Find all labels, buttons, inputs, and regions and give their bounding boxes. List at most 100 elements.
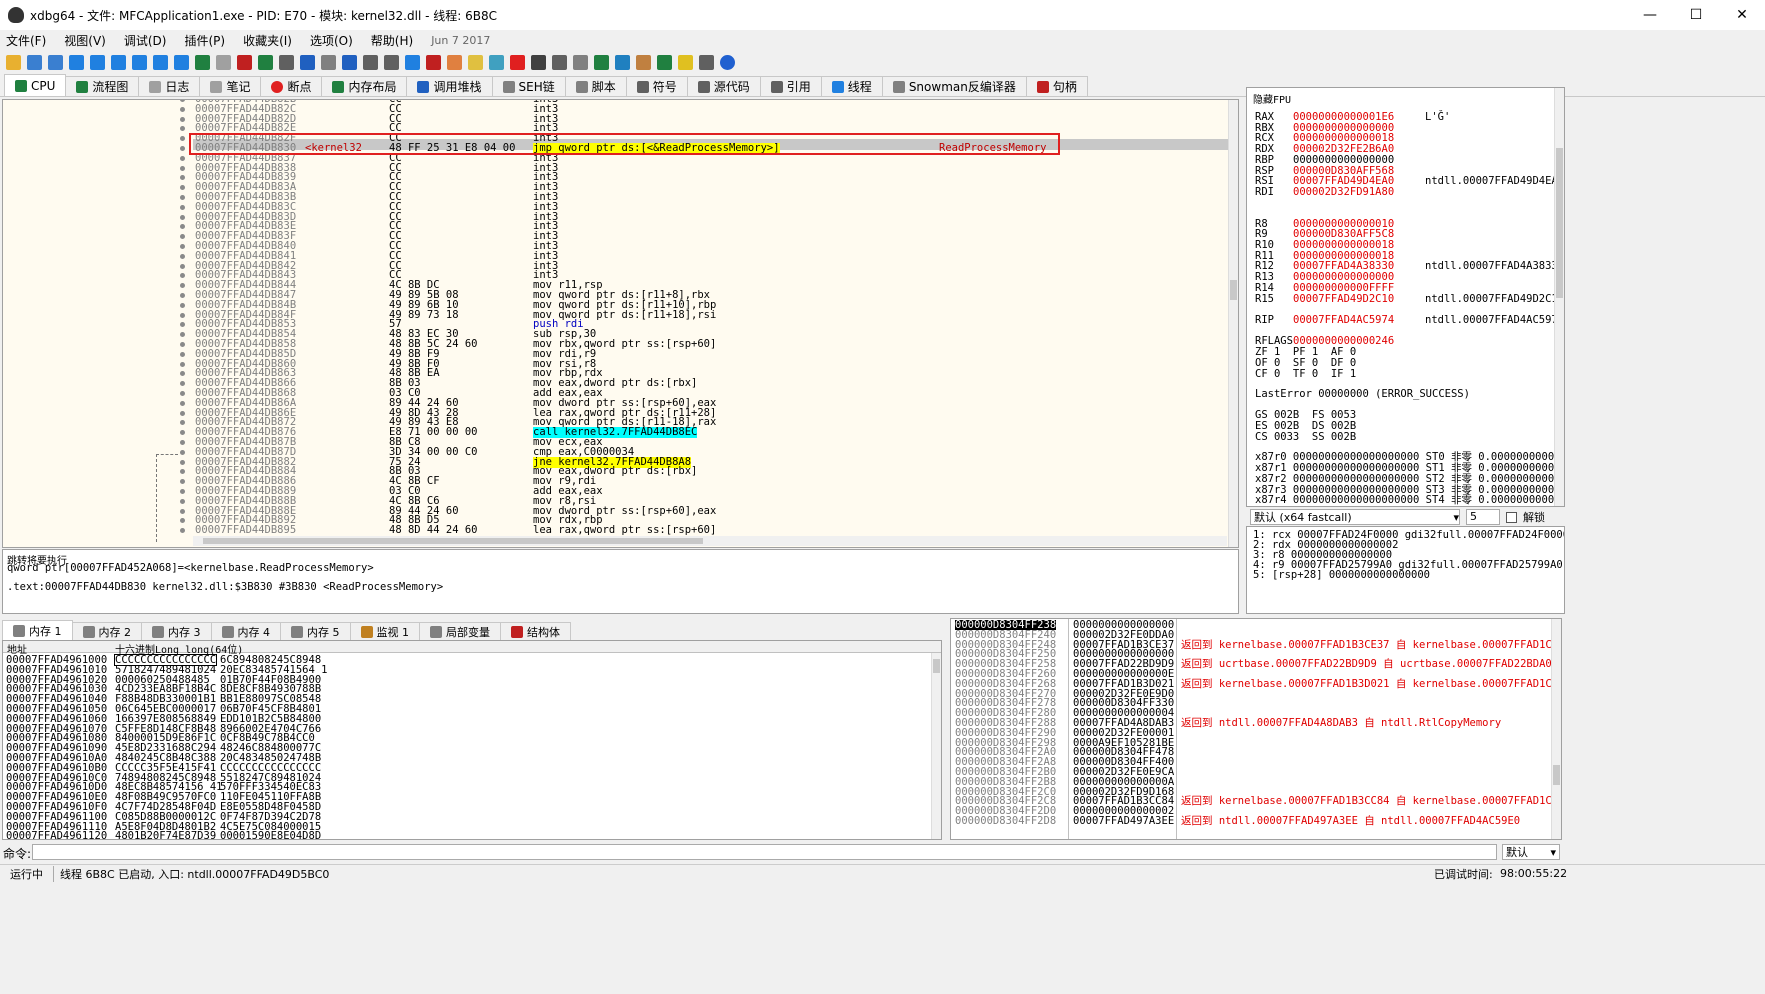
tab-log[interactable]: 日志 — [138, 76, 201, 96]
tab-callstack[interactable]: 调用堆栈 — [406, 76, 493, 96]
breakpoint-dot-icon[interactable] — [180, 381, 185, 387]
breakpoint-dot-icon[interactable] — [180, 302, 185, 308]
breakpoint-dot-icon[interactable] — [180, 430, 185, 436]
tab-graph[interactable]: 流程图 — [65, 76, 140, 96]
menu-options[interactable]: 选项(O) — [310, 32, 353, 49]
stack-row[interactable]: 000000D8304FF2D8 00007FFAD497A3EE 返回到 ntdl… — [953, 816, 1561, 827]
unlock-checkbox[interactable] — [1506, 511, 1517, 523]
tab-watch-1[interactable]: 监视 1 — [349, 622, 420, 640]
menu-file[interactable]: 文件(F) — [6, 32, 46, 49]
bookmark-icon[interactable] — [489, 54, 504, 70]
label-icon[interactable] — [468, 54, 483, 70]
tab-breakpoints[interactable]: 断点 — [260, 76, 323, 96]
segment-row[interactable]: CS 0033 SS 002B — [1255, 431, 1356, 443]
tab-snowman[interactable]: Snowman反编译器 — [881, 76, 1027, 96]
breakpoint-dot-icon[interactable] — [180, 400, 185, 406]
disasm-row[interactable]: 00007FFAD44DB895 48 8D 44 24 60 lea rax,qw… — [193, 525, 1238, 536]
disassembly-view[interactable]: 00007FFAD44DB82B CC int3 00007FFAD44DB82C CC… — [2, 99, 1239, 548]
breakpoint-dot-icon[interactable] — [180, 479, 185, 485]
run-icon[interactable] — [69, 54, 84, 70]
callstack-toolbar-icon[interactable] — [279, 54, 294, 70]
globe-icon[interactable] — [615, 54, 630, 70]
plugin-icon[interactable] — [636, 54, 651, 70]
breakpoint-dot-icon[interactable] — [180, 175, 185, 181]
tab-dump-1[interactable]: 内存 1 — [2, 620, 73, 640]
help-icon[interactable] — [678, 54, 693, 70]
breakpoint-dot-icon[interactable] — [180, 244, 185, 249]
threads-toolbar-icon[interactable] — [300, 54, 315, 70]
breakpoint-dot-icon[interactable] — [180, 136, 185, 142]
fpu-row[interactable]: x87r4 00000000000000000000 ST4 非零 0.0000… — [1255, 495, 1554, 506]
breakpoint-dot-icon[interactable] — [180, 371, 185, 377]
breakpoint-dot-icon[interactable] — [180, 508, 185, 514]
breakpoint-dot-icon[interactable] — [180, 126, 185, 132]
fx-icon[interactable] — [531, 54, 546, 70]
tab-dump-5[interactable]: 内存 5 — [280, 622, 351, 640]
breakpoint-dot-icon[interactable] — [180, 332, 185, 338]
tab-memory-map[interactable]: 内存布局 — [321, 76, 408, 96]
breakpoint-dot-icon[interactable] — [180, 106, 185, 112]
breakpoint-dot-icon[interactable] — [180, 410, 185, 416]
breakpoint-dot-icon[interactable] — [180, 204, 185, 210]
tab-locals[interactable]: 局部变量 — [419, 622, 501, 640]
breakpoint-dot-icon[interactable] — [180, 195, 185, 200]
breakpoint-dot-icon[interactable] — [180, 165, 185, 171]
memory-icon[interactable] — [258, 54, 273, 70]
breakpoint-dot-icon[interactable] — [180, 342, 185, 347]
command-input[interactable] — [32, 844, 1497, 860]
step-into-icon[interactable] — [111, 54, 126, 70]
flags-row[interactable]: CF 0 TF 0 IF 1 — [1255, 368, 1356, 380]
tab-cpu[interactable]: CPU — [4, 74, 67, 96]
stack-scrollbar[interactable] — [1551, 619, 1561, 839]
breakpoint-dot-icon[interactable] — [180, 449, 185, 455]
breakpoint-dot-icon[interactable] — [180, 273, 185, 279]
breakpoint-dot-icon[interactable] — [180, 234, 185, 240]
restart-icon[interactable] — [27, 54, 42, 70]
breakpoint-dot-icon[interactable] — [180, 459, 185, 465]
symbols-toolbar-icon[interactable] — [342, 54, 357, 70]
breakpoint-dot-icon[interactable] — [180, 361, 185, 367]
breakpoint-dot-icon[interactable] — [180, 489, 185, 494]
register-row[interactable]: RIP 00007FFAD4AC5974 ntdll.00007FFAD4AC597… — [1255, 315, 1564, 326]
breakpoint-dot-icon[interactable] — [180, 263, 185, 269]
breakpoint-dot-icon[interactable] — [180, 322, 185, 328]
stack-view[interactable]: 000000D8304FF238 0000000000000000 000000D8… — [950, 618, 1562, 840]
pause-icon[interactable] — [90, 54, 105, 70]
trace-icon[interactable] — [405, 54, 420, 70]
menu-view[interactable]: 视图(V) — [64, 32, 106, 49]
memory-dump-view[interactable]: 地址 十六进制Long long(64位) 00007FFAD4961000 CC… — [2, 640, 942, 840]
function-icon[interactable] — [510, 54, 525, 70]
menu-plugins[interactable]: 插件(P) — [184, 32, 225, 49]
breakpoint-dot-icon[interactable] — [180, 293, 185, 298]
argument-count-stepper[interactable]: 5 — [1466, 509, 1500, 525]
calling-convention-select[interactable]: 默认 (x64 fastcall) ▾ — [1250, 509, 1460, 525]
calculator-icon[interactable] — [594, 54, 609, 70]
breakpoint-dot-icon[interactable] — [180, 528, 185, 534]
breakpoint-dot-icon[interactable] — [180, 420, 185, 426]
breakpoint-dot-icon[interactable] — [180, 214, 185, 220]
dump-scrollbar[interactable] — [931, 653, 941, 839]
hide-fpu-toggle[interactable]: 隐藏FPU — [1253, 91, 1291, 106]
breakpoint-dot-icon[interactable] — [180, 146, 185, 151]
menu-favourites[interactable]: 收藏夹(I) — [243, 32, 292, 49]
tab-threads[interactable]: 线程 — [820, 76, 883, 96]
scylla-icon[interactable] — [195, 54, 210, 70]
patch-icon[interactable] — [216, 54, 231, 70]
tab-dump-3[interactable]: 内存 3 — [141, 622, 212, 640]
settings-icon[interactable] — [699, 54, 714, 70]
comment-icon[interactable] — [447, 54, 462, 70]
breakpoint-dot-icon[interactable] — [180, 283, 185, 289]
tab-dump-2[interactable]: 内存 2 — [71, 622, 142, 640]
minimize-button[interactable]: — — [1627, 0, 1673, 30]
tab-handles[interactable]: 句柄 — [1025, 76, 1088, 96]
script-toolbar-icon[interactable] — [321, 54, 336, 70]
tab-symbols[interactable]: 符号 — [625, 76, 688, 96]
strings-icon[interactable] — [573, 54, 588, 70]
source-toolbar-icon[interactable] — [363, 54, 378, 70]
tab-notes[interactable]: 笔记 — [199, 76, 262, 96]
breakpoint-dot-icon[interactable] — [180, 155, 185, 161]
tab-struct[interactable]: 结构体 — [500, 622, 571, 640]
breakpoint-dot-icon[interactable] — [180, 116, 185, 122]
disasm-scrollbar[interactable] — [1228, 100, 1238, 547]
register-row[interactable]: R15 00007FFAD49D2C10 ntdll.00007FFAD49D2C1… — [1255, 293, 1564, 305]
